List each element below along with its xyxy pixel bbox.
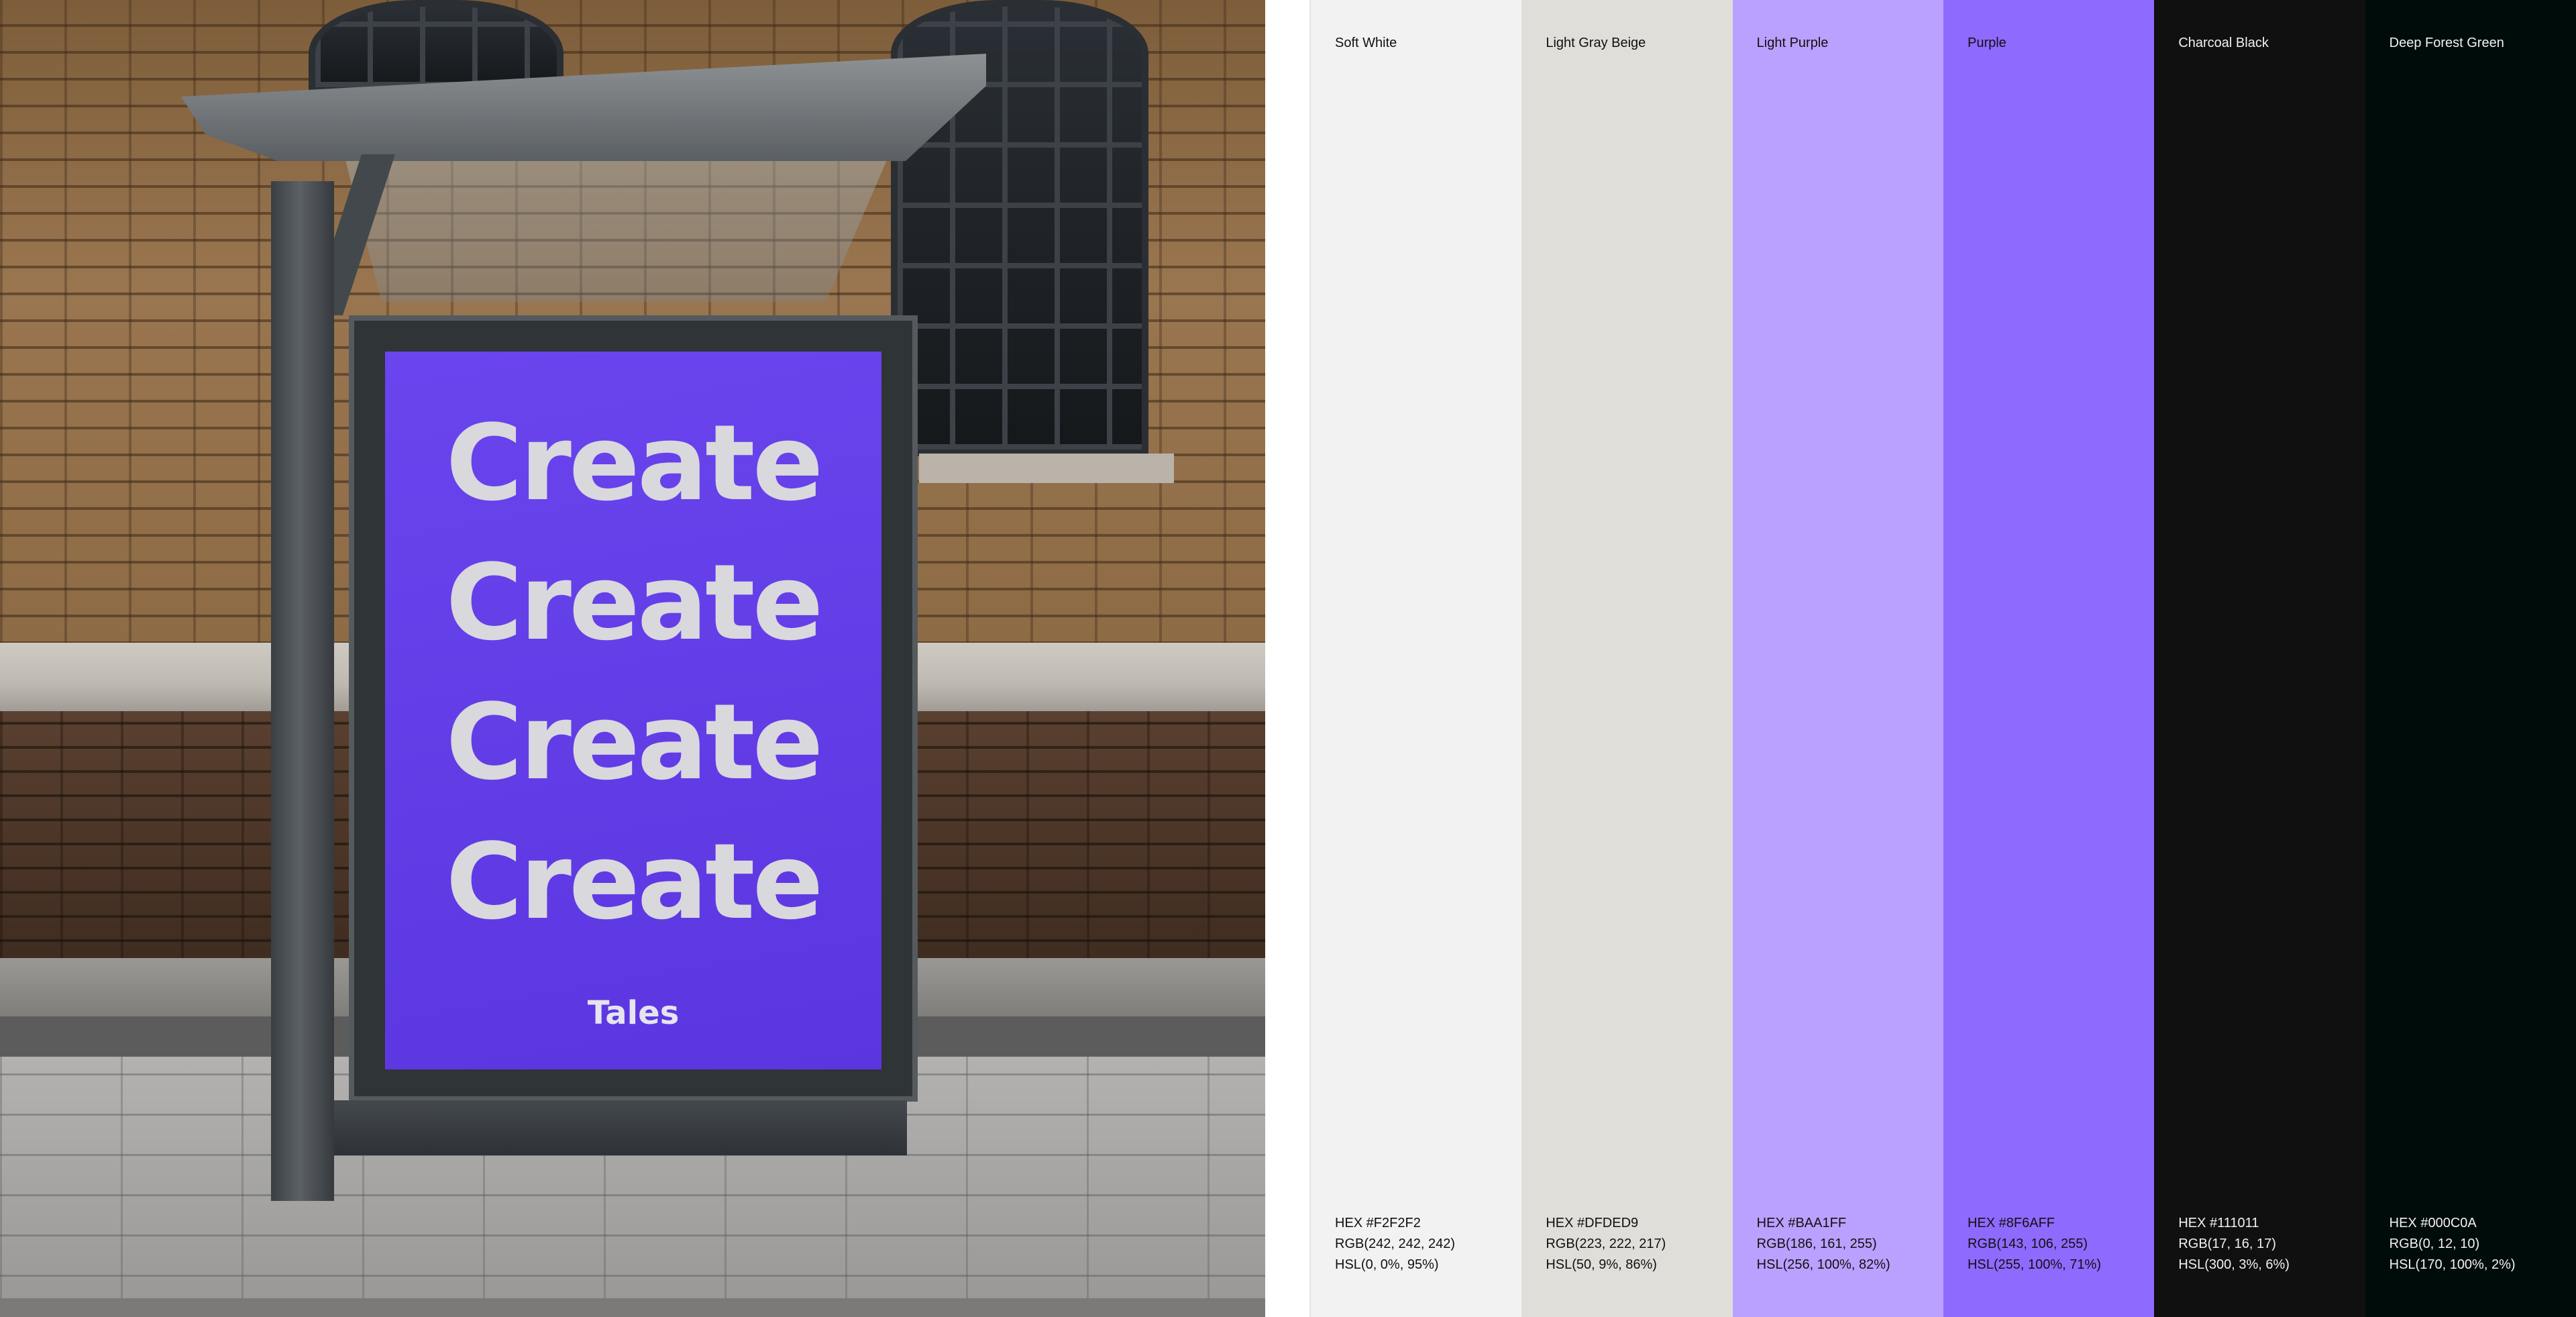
swatch-hsl: HSL(255, 100%, 71%) — [1967, 1257, 2101, 1272]
swatch-light-gray-beige: Light Gray Beige HEX #DFDED9 RGB(223, 22… — [1521, 0, 1733, 1317]
swatch-deep-forest-green: Deep Forest Green HEX #000C0A RGB(0, 12,… — [2365, 0, 2576, 1317]
swatch-name: Purple — [1967, 36, 2006, 50]
swatch-hex: HEX #F2F2F2 — [1335, 1216, 1421, 1230]
swatch-name: Light Purple — [1756, 36, 1829, 50]
swatch-rgb: RGB(186, 161, 255) — [1756, 1236, 1877, 1251]
divider-gap — [1265, 0, 1311, 1317]
swatch-rgb: RGB(0, 12, 10) — [2389, 1236, 2480, 1251]
poster-headline: Create Create Create Create — [445, 393, 824, 951]
window-sill — [919, 454, 1174, 483]
swatch-codes: HEX #111011 RGB(17, 16, 17) HSL(300, 3%,… — [2178, 1213, 2290, 1275]
swatch-codes: HEX #F2F2F2 RGB(242, 242, 242) HSL(0, 0%… — [1335, 1213, 1455, 1275]
poster-word: Create — [445, 821, 824, 943]
swatch-hsl: HSL(300, 3%, 6%) — [2178, 1257, 2290, 1272]
curb — [0, 1298, 1265, 1317]
swatch-hsl: HSL(256, 100%, 82%) — [1756, 1257, 1890, 1272]
poster: Create Create Create Create Tales — [385, 352, 881, 1069]
swatch-hsl: HSL(170, 100%, 2%) — [2389, 1257, 2516, 1272]
poster-word: Create — [445, 402, 824, 524]
swatch-rgb: RGB(143, 106, 255) — [1967, 1236, 2088, 1251]
swatch-hex: HEX #111011 — [2178, 1216, 2259, 1230]
swatch-hex: HEX #BAA1FF — [1756, 1216, 1847, 1230]
swatch-codes: HEX #BAA1FF RGB(186, 161, 255) HSL(256, … — [1757, 1213, 1890, 1275]
swatch-soft-white: Soft White HEX #F2F2F2 RGB(242, 242, 242… — [1311, 0, 1522, 1317]
swatch-hsl: HSL(0, 0%, 95%) — [1335, 1257, 1439, 1272]
swatch-codes: HEX #8F6AFF RGB(143, 106, 255) HSL(255, … — [1968, 1213, 2101, 1275]
swatch-hex: HEX #000C0A — [2389, 1216, 2477, 1230]
swatch-name: Soft White — [1335, 36, 1397, 50]
swatch-name: Charcoal Black — [2178, 36, 2269, 50]
swatch-purple: Purple HEX #8F6AFF RGB(143, 106, 255) HS… — [1943, 0, 2155, 1317]
poster-frame-base — [334, 1100, 907, 1155]
swatch-light-purple: Light Purple HEX #BAA1FF RGB(186, 161, 2… — [1732, 0, 1943, 1317]
swatch-hex: HEX #DFDED9 — [1546, 1216, 1639, 1230]
color-palette: Soft White HEX #F2F2F2 RGB(242, 242, 242… — [1311, 0, 2576, 1317]
swatch-name: Light Gray Beige — [1546, 36, 1646, 50]
swatch-charcoal-black: Charcoal Black HEX #111011 RGB(17, 16, 1… — [2154, 0, 2365, 1317]
bus-shelter-photo: Create Create Create Create Tales — [0, 0, 1265, 1317]
swatch-name: Deep Forest Green — [2389, 36, 2504, 50]
tales-logo: Tales — [587, 994, 680, 1032]
swatch-rgb: RGB(17, 16, 17) — [2178, 1236, 2276, 1251]
poster-word: Create — [445, 681, 824, 803]
swatch-codes: HEX #000C0A RGB(0, 12, 10) HSL(170, 100%… — [2390, 1213, 2516, 1275]
swatch-rgb: RGB(242, 242, 242) — [1335, 1236, 1455, 1251]
shelter-pole — [271, 181, 334, 1201]
swatch-hsl: HSL(50, 9%, 86%) — [1546, 1257, 1657, 1272]
swatch-hex: HEX #8F6AFF — [1967, 1216, 2055, 1230]
swatch-rgb: RGB(223, 222, 217) — [1546, 1236, 1666, 1251]
swatch-codes: HEX #DFDED9 RGB(223, 222, 217) HSL(50, 9… — [1546, 1213, 1666, 1275]
poster-word: Create — [445, 541, 824, 664]
